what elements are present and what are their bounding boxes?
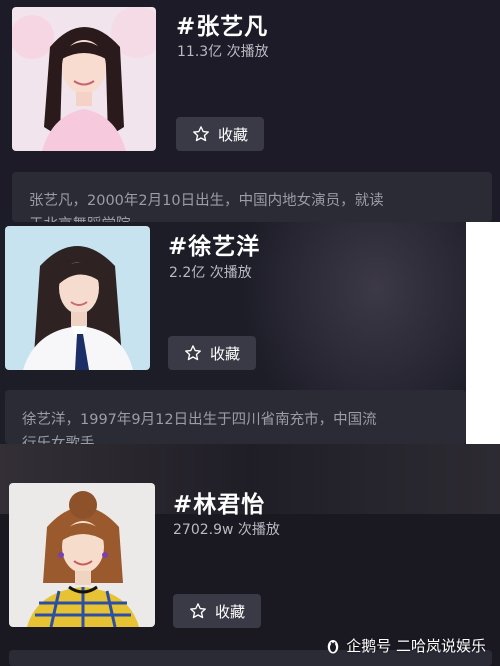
favorite-label: 收藏: [217, 125, 248, 144]
favorite-label: 收藏: [214, 602, 245, 621]
topic-title[interactable]: #张艺凡: [176, 7, 268, 41]
favorite-button[interactable]: 收藏: [168, 336, 256, 370]
penguin-icon: [324, 637, 342, 655]
play-count: 2.2亿 次播放: [169, 265, 252, 281]
star-icon: [192, 125, 210, 143]
avatar-photo[interactable]: [12, 7, 156, 151]
star-icon: [184, 344, 202, 362]
screenshot-gap: [466, 222, 500, 444]
description-box: 张艺凡，2000年2月10日出生，中国内地女演员，就读 于北京舞蹈学院: [12, 172, 492, 222]
star-icon: [189, 602, 207, 620]
topic-card-3[interactable]: #林君怡 2702.9w 次播放 收藏 企鹅号 二哈岚说娱乐: [0, 444, 500, 666]
description-line: 徐艺洋，1997年9月12日出生于四川省南充市，中国流: [22, 412, 377, 428]
topic-title[interactable]: #林君怡: [173, 485, 265, 519]
favorite-button[interactable]: 收藏: [173, 594, 261, 628]
topic-title[interactable]: #徐艺洋: [168, 227, 260, 261]
favorite-button[interactable]: 收藏: [176, 117, 264, 151]
avatar-photo[interactable]: [9, 483, 155, 627]
watermark: 企鹅号 二哈岚说娱乐: [324, 635, 486, 656]
description-line: 行乐女歌手: [22, 436, 95, 444]
watermark-text: 企鹅号 二哈岚说娱乐: [346, 637, 486, 655]
avatar-photo[interactable]: [5, 226, 150, 370]
description-line: 张艺凡，2000年2月10日出生，中国内地女演员，就读: [29, 193, 384, 209]
description-line: 于北京舞蹈学院: [29, 213, 131, 222]
play-count: 2702.9w 次播放: [173, 522, 280, 538]
play-count: 11.3亿 次播放: [177, 44, 269, 60]
topic-card-1[interactable]: #张艺凡 11.3亿 次播放 收藏 张艺凡，2000年2月10日出生，中国内地女…: [0, 0, 500, 222]
favorite-label: 收藏: [209, 344, 240, 363]
topic-card-2[interactable]: #徐艺洋 2.2亿 次播放 收藏 徐艺洋，1997年9月12日出生于四川省南充市…: [0, 222, 466, 444]
description-box: 徐艺洋，1997年9月12日出生于四川省南充市，中国流 行乐女歌手: [5, 390, 466, 444]
